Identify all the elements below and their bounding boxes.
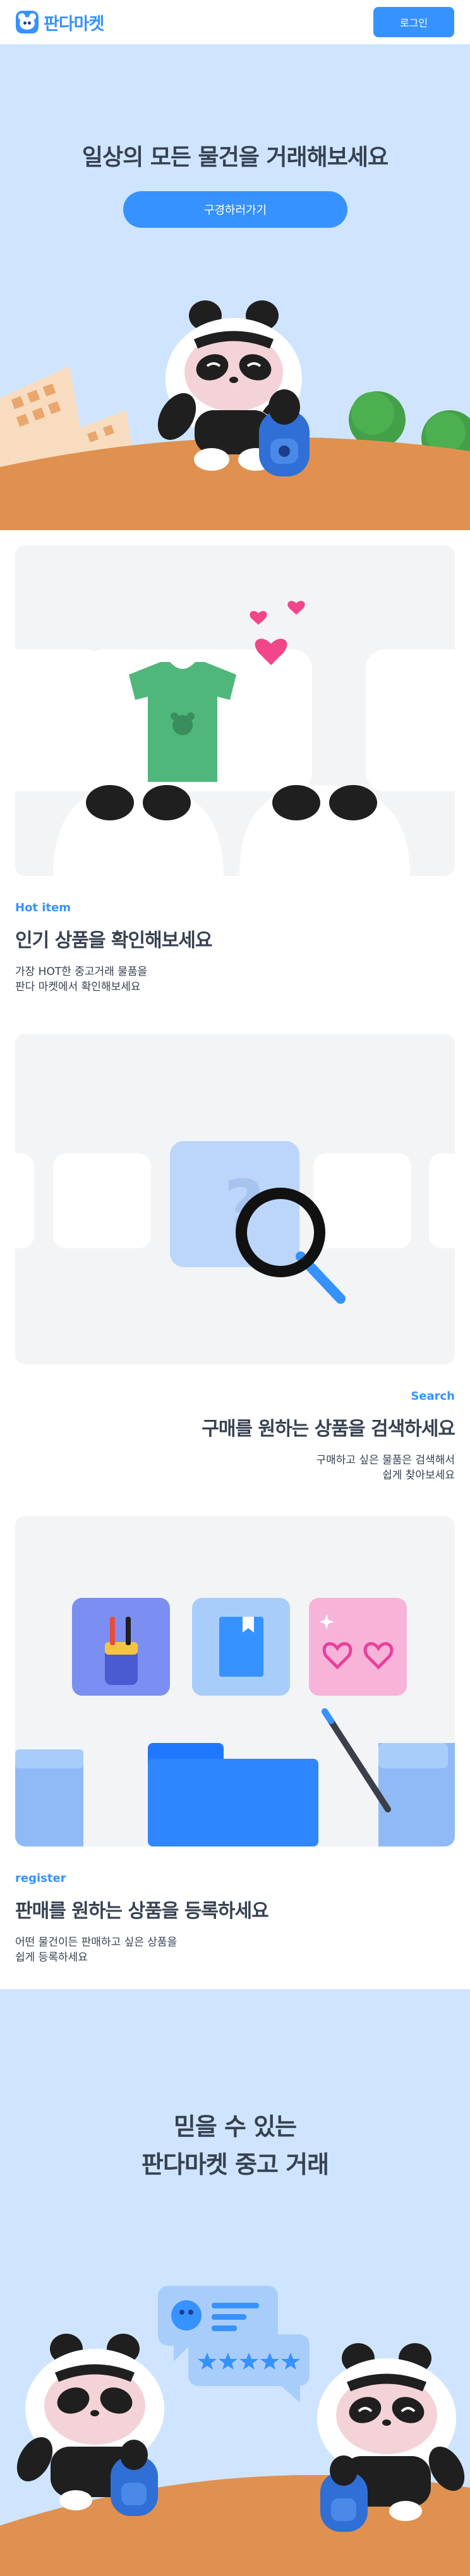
- feature-desc-line: 쉽게 찾아보세요: [382, 1469, 455, 1482]
- feature-tag: Hot item: [15, 901, 71, 914]
- feature-desc-line: 쉽게 등록하세요: [15, 1951, 88, 1964]
- panda-character-icon: [16, 2334, 164, 2516]
- browse-button[interactable]: 구경하러가기: [123, 191, 347, 228]
- trust-illustration: [0, 2286, 470, 2576]
- feature-search: ? Search 구매를 원하는 상품을 검색하세요 구매하고 싶은 물품은 검…: [0, 1019, 470, 1501]
- panda-logo-icon: [16, 11, 39, 33]
- hero-title: 일상의 모든 물건을 거래해보세요: [81, 145, 389, 170]
- pencil-case-icon: [72, 1598, 170, 1696]
- hero-section: 일상의 모든 물건을 거래해보세요 구경하러가기: [0, 44, 470, 530]
- feature-register: register 판매를 원하는 상품을 등록하세요 어떤 물건이든 판매하고 …: [0, 1501, 470, 1989]
- trust-title: 믿을 수 있는 판다마켓 중고 거래: [0, 2108, 470, 2183]
- search-illustration: ?: [15, 1034, 455, 1364]
- rating-bubble-icon: [188, 2334, 310, 2402]
- login-button[interactable]: 로그인: [373, 7, 454, 37]
- feature-desc: 어떤 물건이든 판매하고 싶은 상품을 쉽게 등록하세요: [15, 1935, 177, 1965]
- feature-desc: 가장 HOT한 중고거래 물품을 판다 마켓에서 확인해보세요: [15, 964, 147, 995]
- panda-ears-icon: [53, 785, 410, 876]
- book-icon: [192, 1598, 290, 1696]
- feature-desc-line: 어떤 물건이든 판매하고 싶은 상품을: [15, 1936, 178, 1949]
- folder-icon: [15, 1743, 455, 1846]
- trust-section: 믿을 수 있는 판다마켓 중고 거래: [0, 1989, 470, 2576]
- feature-tag: register: [15, 1872, 66, 1885]
- site-header: 판다마켓 로그인: [0, 0, 470, 44]
- trust-title-line: 판다마켓 중고 거래: [141, 2151, 329, 2178]
- feature-desc-line: 구매하고 싶은 물품은 검색해서: [316, 1454, 455, 1467]
- hero-illustration: [0, 300, 470, 530]
- logo-text: 판다마켓: [44, 14, 104, 34]
- feature-title: 구매를 원하는 상품을 검색하세요: [202, 1418, 455, 1440]
- feature-tag: Search: [411, 1390, 455, 1403]
- feature-desc-line: 가장 HOT한 중고거래 물품을: [15, 966, 148, 978]
- register-illustration: [15, 1516, 455, 1846]
- trust-title-line: 믿을 수 있는: [173, 2113, 297, 2141]
- heart-glasses-icon: [309, 1598, 407, 1696]
- feature-desc-line: 판다 마켓에서 확인해보세요: [15, 981, 141, 993]
- feature-title: 판매를 원하는 상품을 등록하세요: [15, 1900, 269, 1922]
- feature-title: 인기 상품을 확인해보세요: [15, 930, 212, 952]
- logo[interactable]: 판다마켓: [16, 10, 104, 35]
- feature-hot-item: Hot item 인기 상품을 확인해보세요 가장 HOT한 중고거래 물품을 …: [0, 530, 470, 1019]
- hot-item-illustration: [15, 545, 455, 876]
- feature-desc: 구매하고 싶은 물품은 검색해서 쉽게 찾아보세요: [316, 1453, 455, 1483]
